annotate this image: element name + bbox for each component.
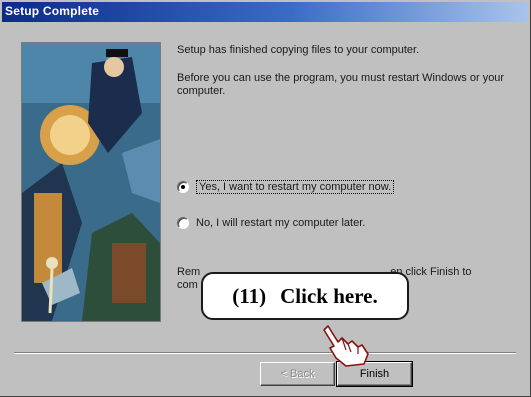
- title-bar: Setup Complete: [2, 2, 528, 22]
- click-here-callout: (11) Click here.: [201, 272, 409, 320]
- radio-selected-icon: [177, 181, 189, 193]
- setup-artwork-image: [21, 42, 161, 322]
- radio-unselected-icon: [177, 217, 189, 229]
- instruction-fragment-left2: com: [177, 279, 198, 291]
- button-divider: [14, 352, 516, 354]
- finished-copying-text: Setup has finished copying files to your…: [177, 44, 420, 56]
- restart-now-radio[interactable]: Yes, I want to restart my computer now.: [177, 179, 395, 195]
- restart-required-text: Before you can use the program, you must…: [177, 72, 505, 97]
- setup-complete-dialog: Setup Complete Setup has finished copyin…: [0, 0, 531, 397]
- restart-later-label: No, I will restart my computer later.: [196, 217, 366, 229]
- restart-now-label: Yes, I want to restart my computer now.: [196, 180, 395, 194]
- restart-later-radio[interactable]: No, I will restart my computer later.: [177, 215, 365, 231]
- instruction-fragment-left: Rem: [177, 266, 201, 278]
- pointing-hand-icon: [323, 325, 369, 367]
- callout-text: Click here.: [280, 283, 378, 308]
- callout-step-number: (11): [232, 283, 267, 308]
- window-title: Setup Complete: [5, 4, 100, 18]
